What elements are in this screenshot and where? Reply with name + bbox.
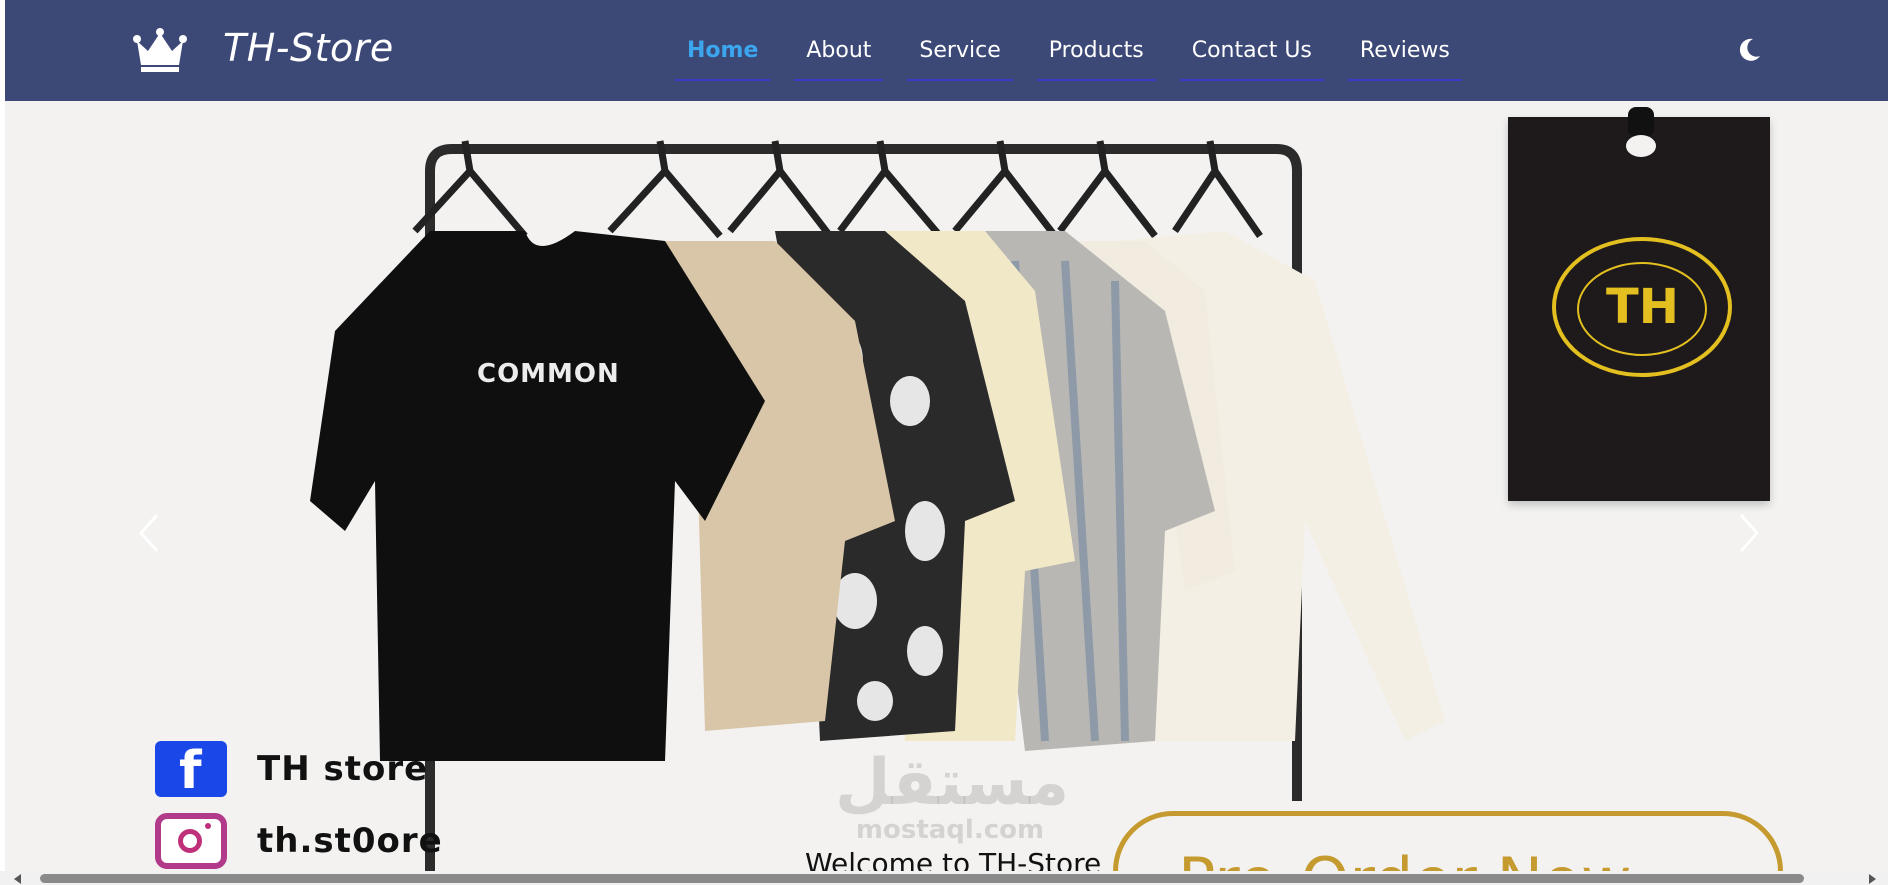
preorder-label: Pre-Order Now [1178, 844, 1632, 871]
scrollbar-thumb[interactable] [40, 874, 1804, 883]
nav-item-products[interactable]: Products [1036, 28, 1156, 83]
scroll-left-icon[interactable] [14, 874, 21, 884]
hero-carousel: COMMON TH f TH store th.st0ore مستقل mos… [5, 101, 1888, 871]
carousel-next-icon[interactable] [1737, 511, 1761, 555]
moon-icon[interactable] [1735, 36, 1763, 64]
watermark-arabic: مستقل [835, 746, 1070, 820]
instagram-handle: th.st0ore [257, 821, 443, 861]
tag-logo-text: TH [1606, 279, 1679, 335]
nav-links: Home About Service Products Contact Us R… [675, 28, 1486, 83]
brand-tag-image: TH [1508, 107, 1770, 501]
facebook-handle: TH store [257, 749, 429, 789]
navbar: TH-Store Home About Service Products Con… [5, 0, 1888, 101]
brand-name[interactable]: TH-Store [223, 26, 394, 70]
scroll-right-icon[interactable] [1869, 874, 1876, 884]
social-instagram[interactable]: th.st0ore [155, 813, 443, 869]
tag-hole [1626, 135, 1656, 157]
facebook-icon: f [155, 741, 227, 799]
watermark-latin: mostaql.com [855, 815, 1045, 845]
nav-item-reviews[interactable]: Reviews [1347, 28, 1462, 83]
watermark: مستقل mostaql.com [835, 746, 1070, 845]
crown-icon [133, 28, 187, 72]
carousel-prev-icon[interactable] [137, 511, 161, 555]
instagram-icon [155, 813, 227, 869]
shirt-print-text: COMMON [477, 359, 620, 389]
nav-item-home[interactable]: Home [675, 28, 771, 83]
nav-item-service[interactable]: Service [907, 28, 1014, 83]
nav-item-about[interactable]: About [794, 28, 884, 83]
social-facebook[interactable]: f TH store [155, 741, 429, 799]
welcome-heading: Welcome to TH-Store [805, 847, 1102, 871]
preorder-button[interactable]: Pre-Order Now [1113, 811, 1783, 871]
page: TH-Store Home About Service Products Con… [0, 0, 1888, 885]
nav-item-contact-us[interactable]: Contact Us [1179, 28, 1325, 83]
horizontal-scrollbar[interactable] [0, 871, 1888, 885]
tag-clip [1628, 107, 1654, 137]
